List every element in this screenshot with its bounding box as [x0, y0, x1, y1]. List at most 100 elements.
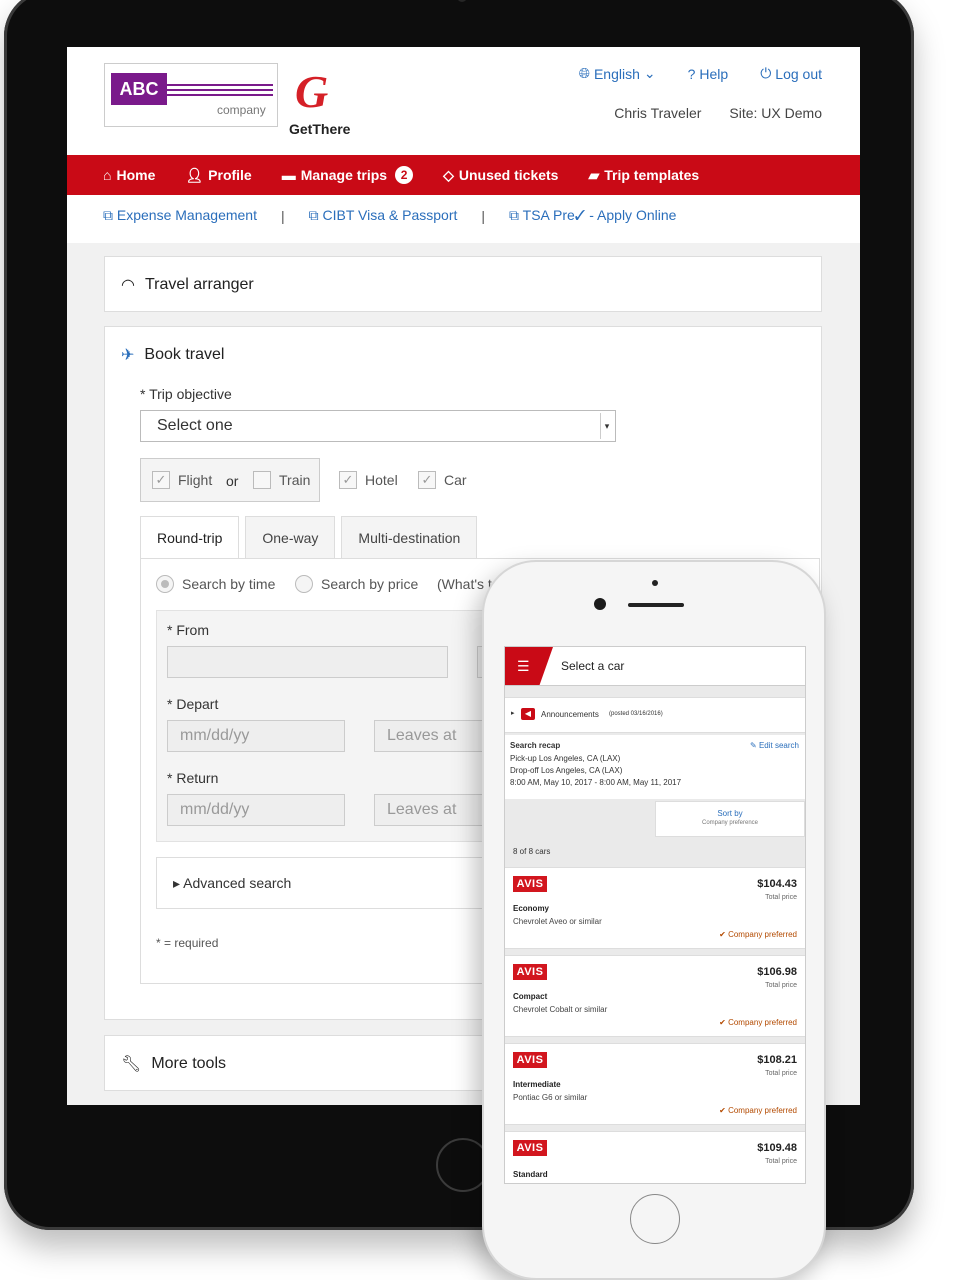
hotel-label: Hotel — [365, 472, 398, 488]
tab-one-way[interactable]: One-way — [245, 516, 336, 558]
car-model: Chevrolet Cobalt or similar — [513, 1005, 608, 1014]
whats-this-link[interactable]: (What's t — [437, 576, 492, 592]
company-preferred-badge: ✔ Company preferred — [719, 1018, 797, 1027]
company-preferred-label: Company preferred — [728, 930, 797, 939]
flight-checkbox[interactable]: ✓ Flight — [152, 471, 212, 489]
external-link-icon: ⧉ — [308, 207, 319, 223]
select-arrow-icon: ▾ — [600, 413, 613, 439]
checkbox-check-icon: ✓ — [339, 471, 357, 489]
cibt-link[interactable]: ⧉ CIBT Visa & Passport — [309, 207, 458, 224]
hotel-checkbox[interactable]: ✓ Hotel — [339, 471, 398, 489]
checkbox-check-icon: ✓ — [418, 471, 436, 489]
hamburger-menu-icon[interactable]: ☰ — [505, 647, 553, 685]
globe-icon: 🌐︎ — [578, 65, 590, 81]
expense-link[interactable]: ⧉ Expense Management — [103, 207, 257, 224]
phone-device: ☰ Select a car ▸ ◀ Announcements (posted… — [482, 560, 826, 1280]
nav-manage-trips-label: Manage trips — [300, 167, 388, 183]
trip-objective-label: * Trip objective — [140, 386, 232, 402]
avis-logo: AVIS — [513, 1052, 547, 1068]
depart-time-select[interactable]: Leaves at — [374, 720, 494, 752]
avis-logo: AVIS — [513, 964, 547, 980]
car-card[interactable]: AVIS Standard $109.48 Total price — [505, 1131, 805, 1183]
home-icon: ⌂ — [103, 167, 112, 183]
car-model: Pontiac G6 or similar — [513, 1093, 588, 1102]
depart-date-input[interactable]: mm/dd/yy — [167, 720, 345, 752]
tab-round-trip[interactable]: Round-trip — [140, 516, 240, 558]
car-card[interactable]: AVIS Intermediate Pontiac G6 or similar … — [505, 1043, 805, 1125]
search-by-time-label: Search by time — [182, 576, 276, 592]
phone-home-button[interactable] — [630, 1194, 680, 1244]
nav-profile-label: Profile — [208, 167, 252, 183]
car-card[interactable]: AVIS Compact Chevrolet Cobalt or similar… — [505, 955, 805, 1037]
checkbox-check-icon: ✓ — [152, 471, 170, 489]
car-checkbox[interactable]: ✓ Car — [418, 471, 467, 489]
more-tools-label: More tools — [151, 1055, 227, 1072]
tab-multi-destination[interactable]: Multi-destination — [341, 516, 478, 558]
nav-unused-tickets[interactable]: ◇ Unused tickets — [443, 167, 558, 184]
nav-manage-trips[interactable]: ▬ Manage trips 2 — [282, 166, 414, 184]
sort-by-button[interactable]: Sort by Company preference — [655, 801, 805, 837]
edit-search-link[interactable]: ✎ Edit search — [750, 741, 799, 750]
sort-by-value: Company preference — [701, 820, 759, 826]
megaphone-icon: ◀ — [521, 708, 535, 720]
return-date-input[interactable]: mm/dd/yy — [167, 794, 345, 826]
user-icon: 👤︎ — [185, 166, 204, 183]
help-link[interactable]: ? Help — [688, 65, 729, 82]
car-card[interactable]: AVIS Economy Chevrolet Aveo or similar $… — [505, 867, 805, 949]
travel-arranger-panel[interactable]: ◠ Travel arranger — [104, 256, 822, 312]
nav-home[interactable]: ⌂ Home — [103, 167, 155, 183]
nav-profile[interactable]: 👤︎ Profile — [185, 167, 251, 184]
logout-link[interactable]: ⏻ Log out — [760, 65, 822, 82]
car-class: Economy — [513, 904, 550, 913]
return-time-select[interactable]: Leaves at — [374, 794, 494, 826]
travel-arranger-label: Travel arranger — [144, 276, 254, 293]
from-input[interactable] — [167, 646, 448, 678]
total-price-label: Total price — [765, 894, 797, 901]
nav-home-label: Home — [116, 167, 156, 183]
nav-trip-templates[interactable]: ▰ Trip templates — [588, 167, 699, 184]
train-checkbox[interactable]: Train — [253, 471, 310, 489]
trip-objective-select[interactable]: Select one ▾ — [140, 410, 616, 442]
tsa-link[interactable]: ⧉ TSA Pre✓ - Apply Online — [509, 207, 676, 224]
cibt-link-label: CIBT Visa & Passport — [322, 207, 458, 223]
expense-link-label: Expense Management — [116, 207, 257, 223]
help-label: Help — [699, 65, 729, 82]
language-label: English — [593, 65, 640, 82]
sort-by-label: Sort by — [717, 809, 743, 818]
phone-title: Select a car — [561, 659, 625, 673]
book-travel-label: Book travel — [144, 346, 225, 363]
folder-icon: ▰ — [588, 166, 600, 183]
abc-logo-company: company — [217, 103, 266, 117]
pencil-icon: ✎ — [750, 741, 757, 750]
search-by-price-label: Search by price — [321, 576, 419, 592]
car-class: Compact — [513, 992, 548, 1001]
abc-company-logo[interactable]: ABC company — [104, 63, 278, 127]
car-price: $104.43 — [757, 878, 797, 890]
company-preferred-badge: ✔ Company preferred — [719, 930, 797, 939]
phone-screen: ☰ Select a car ▸ ◀ Announcements (posted… — [504, 646, 806, 1184]
language-selector[interactable]: 🌐︎ English ⌄ — [579, 65, 656, 82]
car-price: $109.48 — [757, 1142, 797, 1154]
company-preferred-badge: ✔ Company preferred — [719, 1106, 797, 1115]
advanced-search-label: Advanced search — [183, 875, 292, 891]
dropoff-text: Drop-off Los Angeles, CA (LAX) — [510, 766, 623, 775]
site-name: Site: UX Demo — [729, 105, 822, 121]
caret-right-icon: ▸ — [511, 710, 515, 717]
trip-objective-value: Select one — [157, 417, 233, 434]
logout-label: Log out — [775, 65, 822, 82]
announcements-row[interactable]: ▸ ◀ Announcements (posted 03/16/2016) — [505, 697, 805, 733]
header: ABC company G GetThere 🌐︎ English ⌄ ? He… — [67, 47, 860, 155]
manage-trips-count-badge: 2 — [395, 166, 414, 184]
required-note: * = required — [156, 936, 219, 950]
company-preferred-label: Company preferred — [728, 1018, 797, 1027]
car-label: Car — [444, 472, 467, 488]
travel-arranger-title: ◠ Travel arranger — [121, 275, 254, 295]
nav-unused-tickets-label: Unused tickets — [458, 167, 559, 183]
getthere-mark-icon: G — [295, 66, 329, 117]
getthere-logo[interactable]: G GetThere — [289, 69, 361, 139]
caret-right-icon: ▸ — [173, 875, 181, 891]
abc-logo-text: ABC — [111, 73, 167, 105]
search-by-time-radio[interactable]: Search by time — [156, 575, 275, 593]
edit-search-label: Edit search — [758, 741, 799, 750]
search-by-price-radio[interactable]: Search by price — [295, 575, 418, 593]
